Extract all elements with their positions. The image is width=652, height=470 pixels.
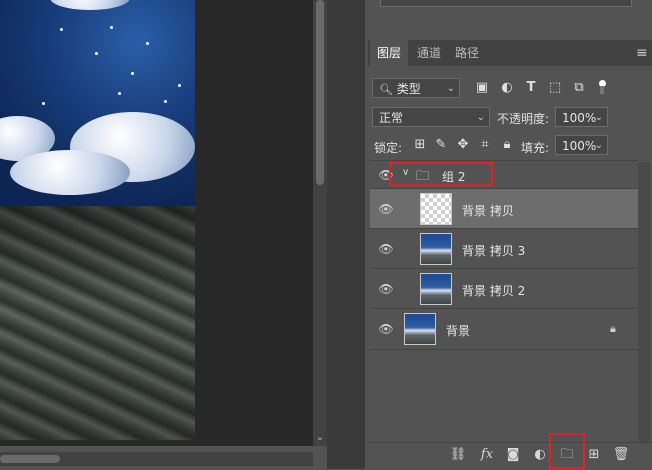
layer-name: 背景 拷贝 2 (462, 284, 526, 298)
fill-value: 100% (562, 139, 597, 153)
layer-name: 背景 (446, 324, 471, 338)
layer-thumbnail (420, 233, 452, 265)
opacity-value: 100% (562, 111, 597, 125)
panel-menu-icon[interactable]: ≡ (636, 46, 650, 60)
shape-icon[interactable]: ⬚ (546, 79, 564, 97)
layer-name: 背景 拷贝 3 (462, 244, 526, 258)
artboard-icon[interactable]: ⌗ (476, 136, 494, 154)
fill-input[interactable]: 100% ⌄ (555, 135, 608, 155)
document-canvas-area[interactable] (0, 0, 313, 446)
fx-icon[interactable]: fx (478, 446, 496, 464)
link-icon[interactable]: ⛓︎ (449, 446, 467, 464)
canvas-vertical-scroll-thumb[interactable] (316, 0, 324, 185)
layer-row[interactable]: 👁︎ 背景 拷贝 3 (370, 228, 638, 269)
brush-icon[interactable]: ✎ (432, 136, 450, 154)
eye-icon[interactable]: 👁︎ (378, 241, 394, 257)
lock-label: 锁定: (374, 141, 403, 155)
star (164, 100, 167, 103)
layers-list-scrollbar[interactable] (638, 162, 650, 442)
panel-dock-divider (327, 0, 365, 469)
tab-layers[interactable]: 图层 (370, 40, 408, 66)
star (95, 52, 98, 55)
canvas-image (0, 0, 195, 440)
circle-half-icon[interactable]: ◐ (498, 79, 516, 97)
eye-icon[interactable]: 👁︎ (378, 201, 394, 217)
wood-shade (0, 206, 195, 440)
opacity-label: 不透明度: (497, 112, 550, 126)
search-icon: 🔍︎ (379, 83, 393, 96)
tab-paths[interactable]: 路径 (450, 40, 484, 66)
filter-kind-value: 类型 (396, 82, 421, 96)
tab-channels[interactable]: 通道 (412, 40, 446, 66)
layer-thumbnail (420, 273, 452, 305)
star (131, 72, 134, 75)
canvas-horizontal-scroll-thumb[interactable] (0, 455, 60, 463)
star (146, 42, 149, 45)
opacity-input[interactable]: 100% ⌄ (555, 107, 608, 127)
layer-thumbnail (404, 313, 436, 345)
mask-icon[interactable]: ◙ (504, 446, 522, 464)
layer-thumbnail (420, 193, 452, 225)
chevron-down-icon: ⌄ (594, 140, 603, 151)
scroll-down-arrow-icon[interactable]: ⌄ (314, 432, 326, 444)
layer-row-background[interactable]: 👁︎ 背景 (370, 308, 638, 350)
lock-icon: 🔒︎ (610, 322, 616, 335)
chevron-down-icon: ⌄ (446, 83, 455, 94)
cloud (10, 150, 130, 195)
toggle-icon[interactable] (596, 78, 608, 96)
blend-mode-dropdown[interactable]: 正常 ⌄ (372, 107, 490, 127)
checker-icon[interactable]: ⊞ (411, 136, 429, 154)
highlight-box (549, 433, 585, 469)
star (60, 28, 63, 31)
eye-icon[interactable]: 👁︎ (378, 321, 394, 337)
smart-object-icon[interactable]: ⧉ (570, 79, 588, 97)
new-layer-icon[interactable]: ⊞ (585, 446, 603, 464)
move-icon[interactable]: ✥ (454, 136, 472, 154)
star (42, 102, 45, 105)
chevron-down-icon: ⌄ (594, 112, 603, 123)
fill-label: 填充: (521, 141, 550, 155)
trash-icon[interactable]: 🗑︎ (612, 446, 630, 464)
layer-row[interactable]: 背景 拷贝 (370, 188, 638, 229)
layer-row[interactable]: 👁︎ 背景 拷贝 2 (370, 268, 638, 309)
text-icon[interactable]: T (522, 79, 540, 97)
chevron-down-icon: ⌄ (476, 112, 485, 123)
star (178, 84, 181, 87)
layers-panel-tabbar (368, 40, 652, 66)
eye-icon[interactable]: 👁︎ (378, 281, 394, 297)
adjustment-icon[interactable]: ◐ (531, 446, 549, 464)
star (118, 92, 121, 95)
layer-name: 背景 拷贝 (462, 204, 514, 218)
blend-mode-value: 正常 (379, 111, 404, 125)
filter-kind-dropdown[interactable]: 🔍︎ 类型 ⌄ (372, 78, 460, 98)
image-icon[interactable]: ▣ (473, 79, 491, 97)
lock-icon[interactable]: 🔒︎ (498, 136, 516, 154)
star (110, 26, 113, 29)
upper-panel-field (380, 0, 632, 7)
highlight-box (389, 162, 493, 186)
